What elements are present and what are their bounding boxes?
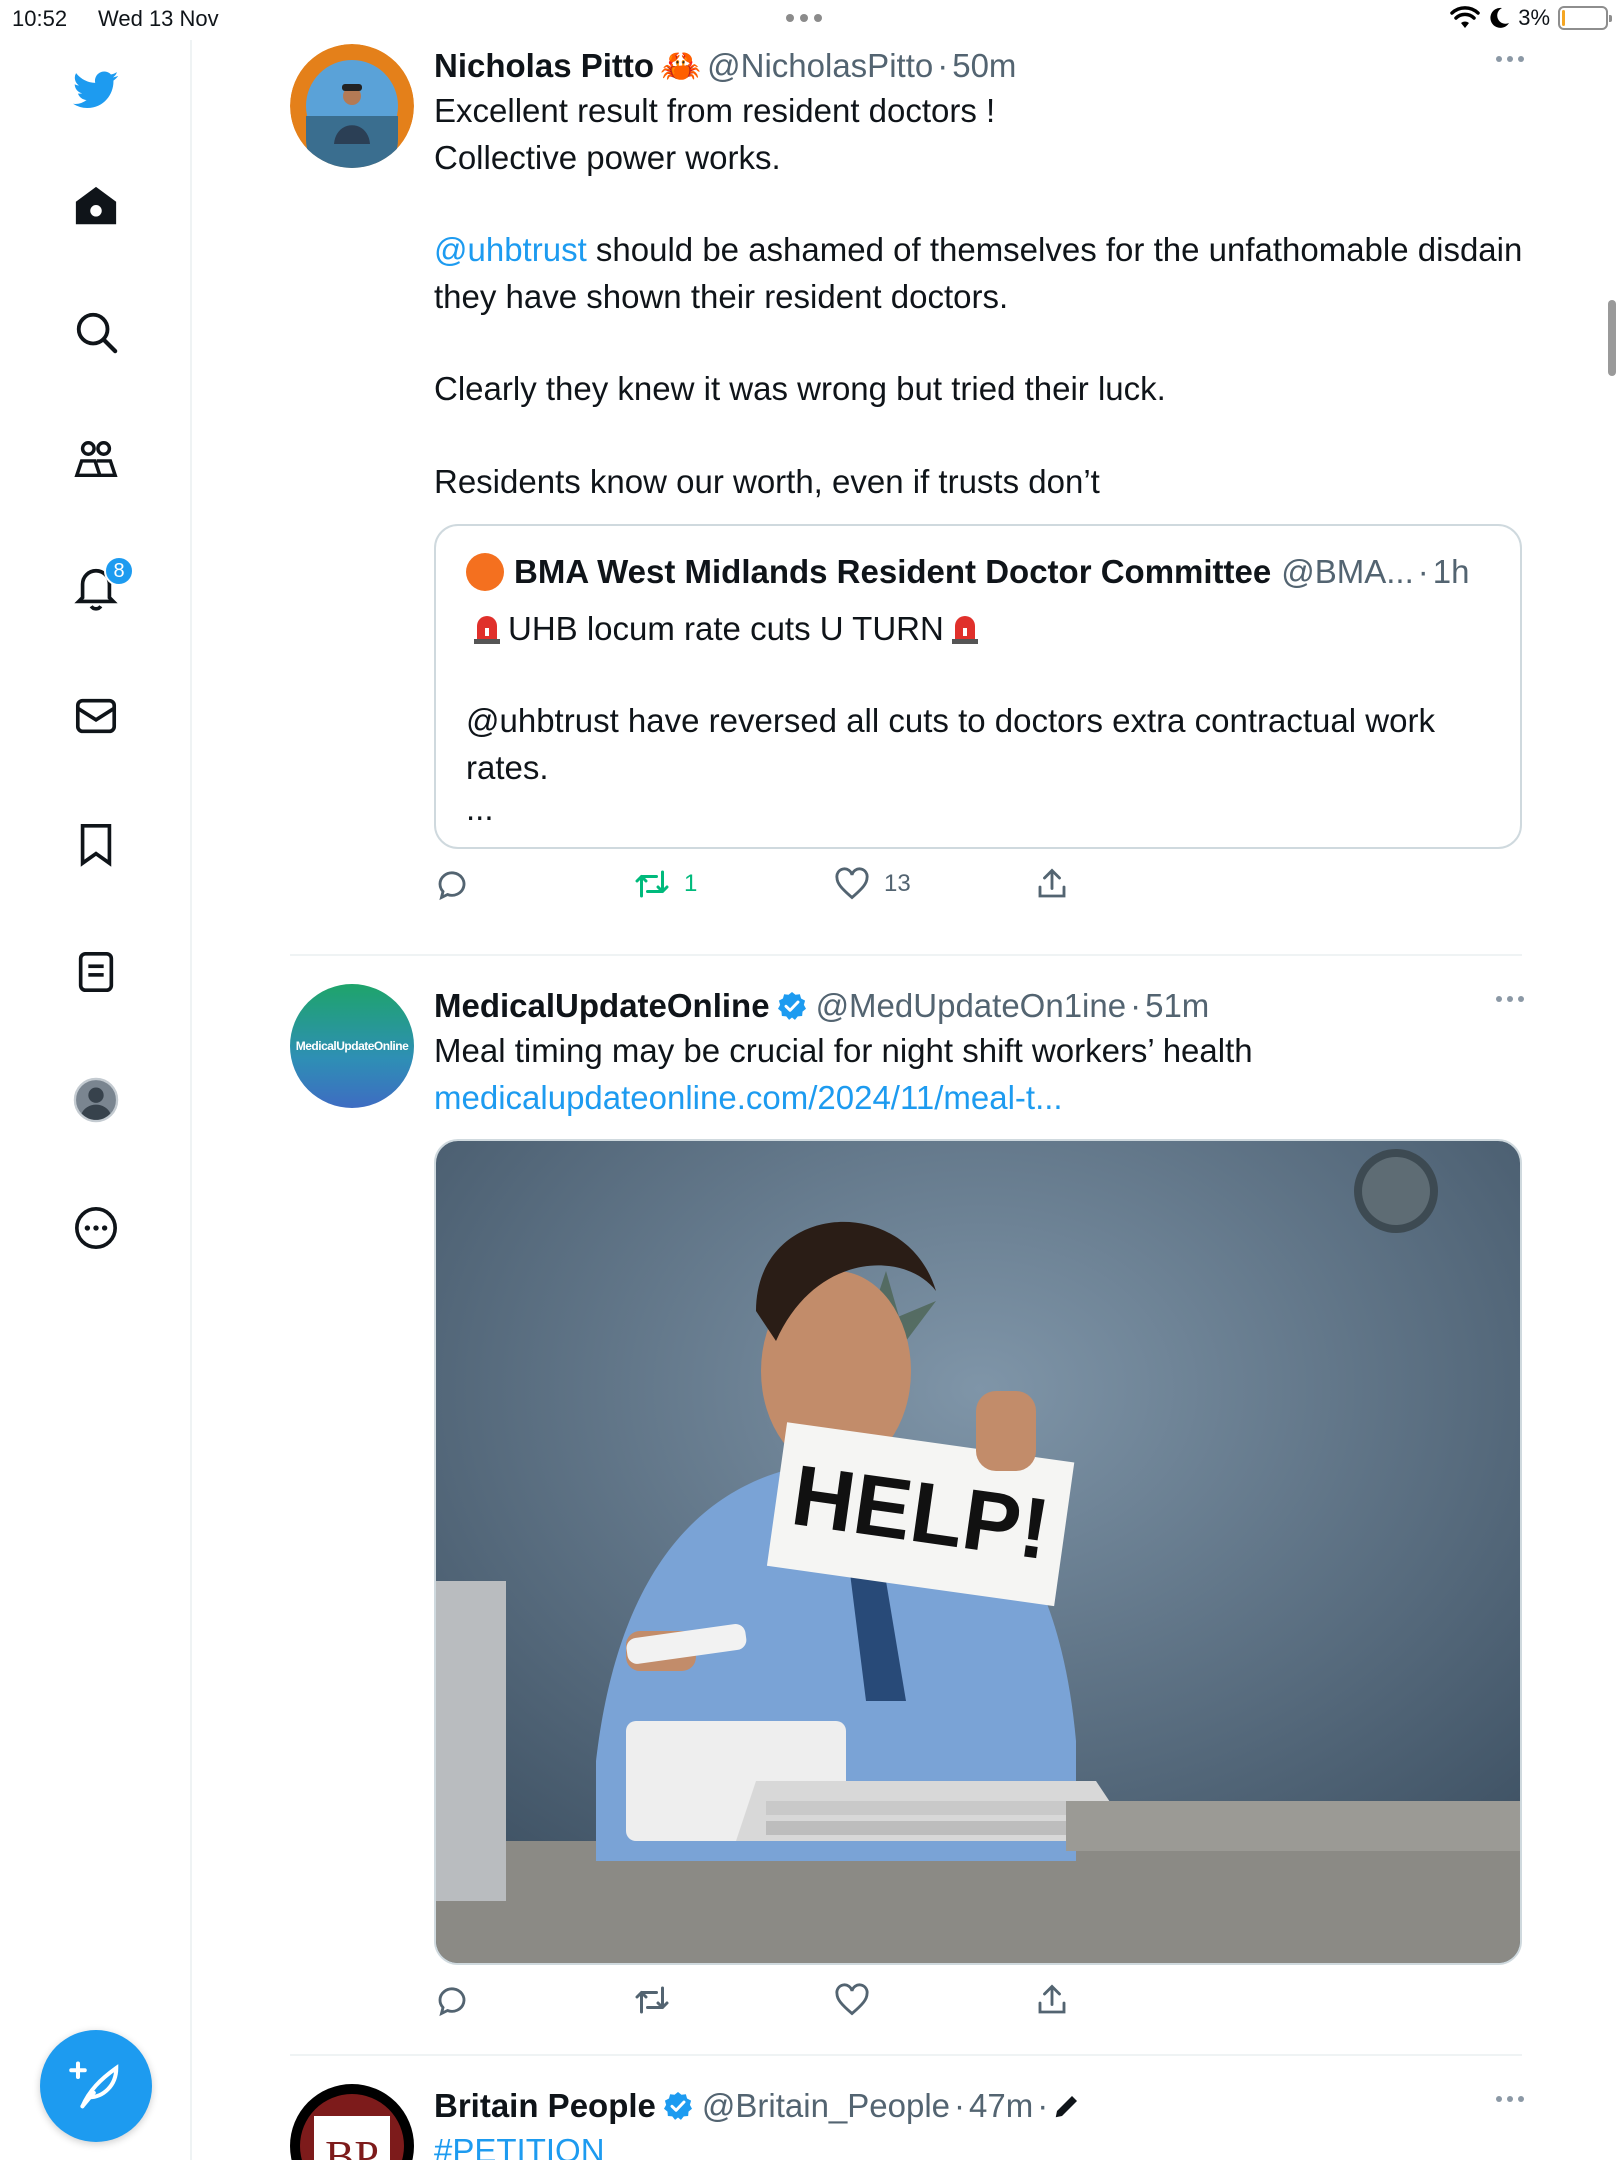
quoted-tweet[interactable]: BMA West Midlands Resident Doctor Commit… <box>434 523 1522 849</box>
retweet-button[interactable]: 1 <box>634 866 834 902</box>
battery-percent: 3% <box>1518 5 1550 30</box>
avatar[interactable]: MedicalUpdateOnline <box>290 984 414 1108</box>
notifications-bell-icon[interactable]: 8 <box>66 556 134 618</box>
quote-time: 1h <box>1432 552 1470 590</box>
author-handle[interactable]: @MedUpdateOn1ine <box>816 984 1127 1028</box>
mention-link[interactable]: @uhbtrust <box>434 231 587 268</box>
moon-icon <box>1490 7 1510 28</box>
author-name[interactable]: Nicholas Pitto <box>434 44 654 88</box>
edited-pencil-icon[interactable] <box>1052 2091 1082 2121</box>
bookmark-icon[interactable] <box>66 814 126 874</box>
tweet-divider <box>290 954 1522 956</box>
retweet-button[interactable] <box>634 1982 834 2018</box>
verified-badge-icon <box>663 2092 692 2120</box>
compose-feather-icon <box>69 2061 119 2109</box>
tweet-text-rest: Clearly they knew it was wrong but tried… <box>434 370 1166 500</box>
tweet-time[interactable]: 51m <box>1145 984 1209 1028</box>
scrollbar[interactable] <box>1608 300 1616 376</box>
lists-icon[interactable] <box>66 942 126 1002</box>
tweet-more-icon[interactable] <box>1496 56 1524 62</box>
communities-icon[interactable] <box>66 430 126 490</box>
quote-avatar <box>466 552 504 591</box>
tweet-time[interactable]: 47m <box>969 2084 1033 2128</box>
compose-button[interactable] <box>40 2030 152 2142</box>
quote-line-1: UHB locum rate cuts U TURN <box>466 606 1490 653</box>
wifi-icon <box>1450 6 1480 28</box>
hashtag-link[interactable]: #PETITION <box>434 2128 1524 2160</box>
notifications-badge: 8 <box>104 556 134 586</box>
author-name[interactable]: MedicalUpdateOnline <box>434 984 770 1028</box>
battery-icon <box>1558 6 1612 30</box>
tweet-text: Meal timing may be crucial for night shi… <box>434 1032 1253 1069</box>
share-button[interactable] <box>1034 1982 1234 2018</box>
quote-author-handle: @BMA... <box>1281 552 1414 590</box>
tweet-text-mention-line: @uhbtrust should be ashamed of themselve… <box>434 231 1523 315</box>
search-icon[interactable] <box>66 302 126 362</box>
quote-ellipsis: ... <box>466 790 494 827</box>
tweet-divider <box>290 2054 1522 2056</box>
crab-emoji: 🦀 <box>660 47 702 84</box>
tweet-more-icon[interactable] <box>1496 996 1524 1002</box>
reply-icon <box>438 871 466 901</box>
tweet-time[interactable]: 50m <box>952 44 1016 88</box>
heart-icon <box>835 867 869 900</box>
tweet-actions <box>434 1975 1524 2025</box>
heart-icon <box>835 1983 869 2016</box>
tweet-actions: 1 13 <box>434 859 1524 909</box>
author-handle[interactable]: @Britain_People <box>702 2084 950 2128</box>
like-button[interactable] <box>834 1982 1034 2018</box>
reply-button[interactable] <box>434 866 634 902</box>
home-icon[interactable] <box>66 176 126 236</box>
reply-icon <box>438 1987 466 2017</box>
reply-button[interactable] <box>434 1982 634 2018</box>
share-button[interactable] <box>1034 866 1234 902</box>
avatar[interactable] <box>290 44 414 168</box>
quote-author-name: BMA West Midlands Resident Doctor Commit… <box>514 552 1272 590</box>
article-link[interactable]: medicalupdateonline.com/2024/11/meal-t..… <box>434 1075 1524 1122</box>
status-time: 10:52 <box>12 6 68 31</box>
share-icon <box>1038 1984 1066 2014</box>
like-count: 13 <box>884 870 911 897</box>
tweet-more-icon[interactable] <box>1496 2096 1524 2102</box>
twitter-bird-logo-icon[interactable] <box>66 60 126 120</box>
quote-line-2: @uhbtrust have reversed all cuts to doct… <box>466 702 1435 786</box>
multitasking-dots[interactable] <box>786 14 822 22</box>
tweet-image[interactable]: HELP! <box>434 1139 1522 1965</box>
avatar[interactable]: BP <box>290 2084 414 2160</box>
like-button[interactable]: 13 <box>834 866 1034 902</box>
verified-badge-icon <box>777 992 806 1020</box>
status-date: Wed 13 Nov <box>98 6 219 31</box>
sidebar-nav: 8 <box>0 40 192 2160</box>
siren-icon <box>474 615 500 644</box>
siren-icon <box>951 615 978 644</box>
author-handle[interactable]: @NicholasPitto <box>707 44 933 88</box>
author-name[interactable]: Britain People <box>434 2084 656 2128</box>
messages-envelope-icon[interactable] <box>66 686 126 746</box>
retweet-icon <box>635 1986 669 2014</box>
status-bar: 10:52 Wed 13 Nov 3% <box>0 0 1620 40</box>
profile-avatar-icon[interactable] <box>66 1070 126 1130</box>
separator: · <box>937 47 949 84</box>
more-circle-icon[interactable] <box>66 1198 126 1258</box>
share-icon <box>1038 868 1066 898</box>
tweet-text: Excellent result from resident doctors !… <box>434 92 996 176</box>
retweet-icon <box>635 870 669 898</box>
retweet-count: 1 <box>684 870 698 897</box>
